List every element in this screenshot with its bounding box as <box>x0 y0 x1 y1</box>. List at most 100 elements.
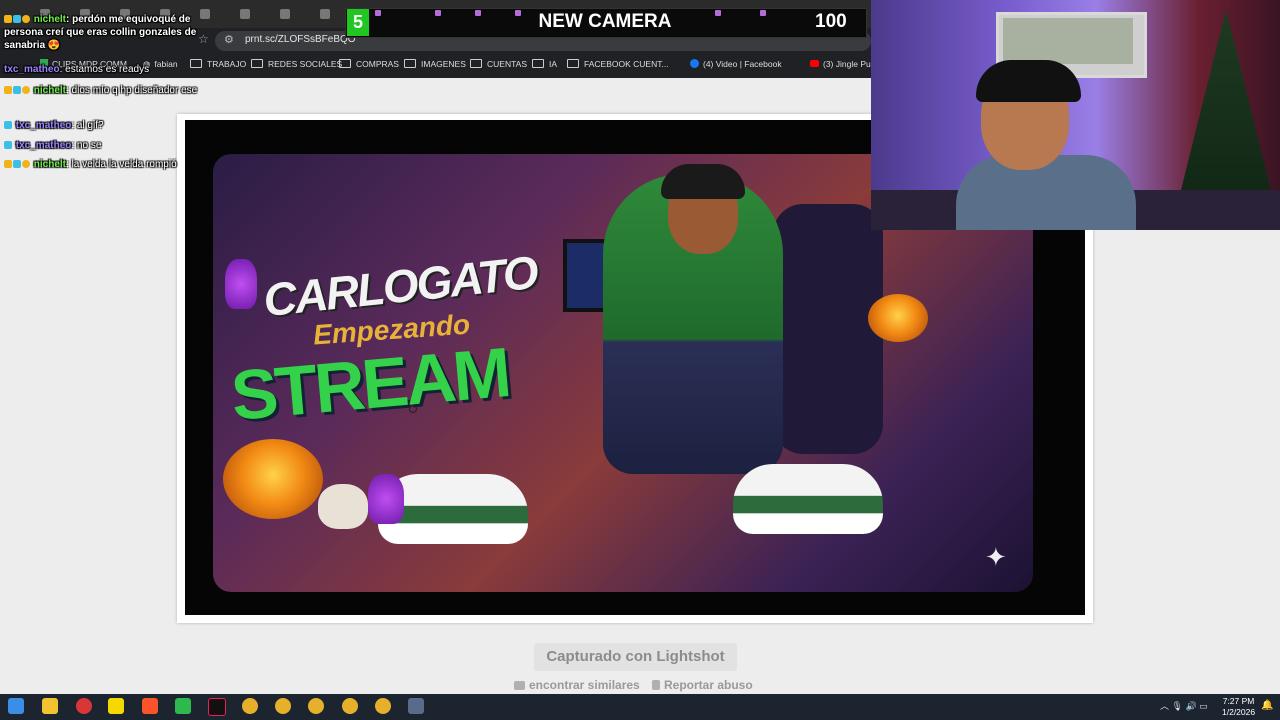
mouse-cursor <box>409 405 417 413</box>
bookmark-item[interactable]: FACEBOOK CUENT... <box>567 59 669 69</box>
folder-icon <box>470 59 482 68</box>
app-icon[interactable] <box>76 698 92 714</box>
tab-favicon-icon[interactable] <box>320 9 330 19</box>
bookmark-label: (3) Jingle Pun <box>823 59 876 69</box>
icon <box>475 10 481 16</box>
report-abuse-link[interactable]: Reportar abuso <box>652 678 753 692</box>
gift-badge-icon <box>13 15 21 23</box>
microphone-icon[interactable]: 🎙 <box>1172 701 1183 711</box>
bookmark-item[interactable]: REDES SOCIALES <box>251 59 342 69</box>
find-similar-link[interactable]: encontrar similares <box>514 678 640 692</box>
chat-text: la velda la velda rompió <box>71 159 177 170</box>
folder-icon <box>404 59 416 68</box>
lightshot-caption-button[interactable]: Capturado con Lightshot <box>534 643 737 671</box>
chat-text: estamos es readys <box>65 64 150 75</box>
chevron-up-icon[interactable]: ︿ <box>1160 701 1169 711</box>
chat-message: txc_matheo: no se <box>4 139 101 152</box>
clock-time: 7:27 PM <box>1222 696 1255 706</box>
chat-text: dios mío q hp diseñador ese <box>71 85 198 96</box>
icon <box>435 10 441 16</box>
bookmark-item[interactable]: COMPRAS <box>339 59 399 69</box>
chat-username[interactable]: txc_matheo <box>4 64 60 75</box>
streamer-cap <box>976 60 1081 102</box>
bookmark-label: FACEBOOK CUENT... <box>584 59 669 69</box>
chat-username[interactable]: nichelt <box>34 14 66 25</box>
gift-badge-icon <box>4 121 12 129</box>
bits-badge-icon <box>22 160 30 168</box>
chat-message: nichelt: la velda la velda rompió <box>4 158 219 171</box>
clock-date: 1/2/2026 <box>1222 707 1256 717</box>
bookmark-label: (4) Video | Facebook <box>703 59 782 69</box>
calculator-icon[interactable] <box>408 698 424 714</box>
icon <box>715 10 721 16</box>
display-icon[interactable]: ▭ <box>1199 701 1208 711</box>
sneaker <box>733 464 883 534</box>
windows-taskbar <box>0 694 1280 720</box>
wall-frame-picture <box>1003 18 1133 64</box>
report-abuse-label: Reportar abuso <box>664 678 753 692</box>
media-player-icon[interactable] <box>175 698 191 714</box>
folder-icon <box>339 59 351 68</box>
subscriber-badge-icon <box>4 15 12 23</box>
chrome-icon[interactable] <box>275 698 291 714</box>
file-explorer-icon[interactable] <box>42 698 58 714</box>
chrome-icon[interactable] <box>242 698 258 714</box>
youtube-icon <box>810 60 819 67</box>
streamer-body <box>956 155 1136 230</box>
artwork-stream-text: STREAM <box>228 333 512 435</box>
goal-target-count: 100 <box>815 11 847 32</box>
tiktok-icon[interactable] <box>208 698 226 716</box>
chat-message: nichelt: dios mío q hp diseñador ese <box>4 84 214 97</box>
chat-username[interactable]: txc_matheo <box>16 120 72 131</box>
chat-message: txc_matheo: estamos es readys <box>4 64 150 75</box>
bookmark-label: IA <box>549 59 558 69</box>
goal-title: NEW CAMERA <box>538 11 672 32</box>
facebook-icon <box>690 59 699 68</box>
pumpkin <box>223 439 323 519</box>
windows-start-icon[interactable] <box>8 698 24 714</box>
chrome-icon[interactable] <box>308 698 324 714</box>
bookmark-label: CUENTAS <box>487 59 527 69</box>
chat-username[interactable]: txc_matheo <box>16 140 72 151</box>
bookmark-item[interactable]: IMAGENES <box>404 59 466 69</box>
bookmark-label: IMAGENES <box>421 59 466 69</box>
sticky-notes-icon[interactable] <box>108 698 124 714</box>
find-similar-label: encontrar similares <box>529 678 640 692</box>
folder-icon <box>567 59 579 68</box>
chrome-icon[interactable] <box>342 698 358 714</box>
character-hair <box>661 164 745 199</box>
bookmark-item[interactable]: (3) Jingle Pun <box>810 59 875 69</box>
camera-icon <box>514 681 525 690</box>
bookmark-item[interactable]: IA <box>532 59 557 69</box>
sparkle-icon: ✦ <box>985 542 1007 572</box>
report-icon <box>652 680 660 690</box>
icon <box>375 10 381 16</box>
subscriber-badge-icon <box>4 160 12 168</box>
skull <box>318 484 368 529</box>
bookmark-item[interactable]: CUENTAS <box>470 59 527 69</box>
folder-icon <box>532 59 544 68</box>
chrome-icon[interactable] <box>375 698 391 714</box>
gift-badge-icon <box>13 160 21 168</box>
tab-favicon-icon[interactable] <box>240 9 250 19</box>
folder-icon <box>251 59 263 68</box>
gift-badge-icon <box>13 86 21 94</box>
potion-bottle <box>225 259 257 309</box>
gaming-chair <box>773 204 883 454</box>
bits-badge-icon <box>22 15 30 23</box>
volume-icon[interactable]: 🔊 <box>1185 701 1196 711</box>
chat-username[interactable]: nichelt <box>34 85 66 96</box>
system-tray[interactable]: ︿ 🎙 🔊 ▭ <box>1160 699 1208 712</box>
bookmark-item[interactable]: (4) Video | Facebook <box>690 59 782 69</box>
bookmark-label: REDES SOCIALES <box>268 59 343 69</box>
chat-message: txc_matheo: al gif? <box>4 119 104 132</box>
taskbar-clock[interactable]: 7:27 PM 1/2/2026 <box>1222 696 1255 718</box>
bookmark-label: COMPRAS <box>356 59 399 69</box>
goal-current-count: 5 <box>347 9 369 36</box>
tab-favicon-icon[interactable] <box>280 9 290 19</box>
stream-chat-overlay: nichelt: perdón me equivoqué de persona … <box>0 0 230 180</box>
brave-browser-icon[interactable] <box>142 698 158 714</box>
chat-username[interactable]: nichelt <box>34 159 66 170</box>
notification-bell-icon[interactable]: 🔔 <box>1261 700 1273 711</box>
url-text[interactable]: prnt.sc/ZLOFSsBFeBQO <box>245 34 356 45</box>
